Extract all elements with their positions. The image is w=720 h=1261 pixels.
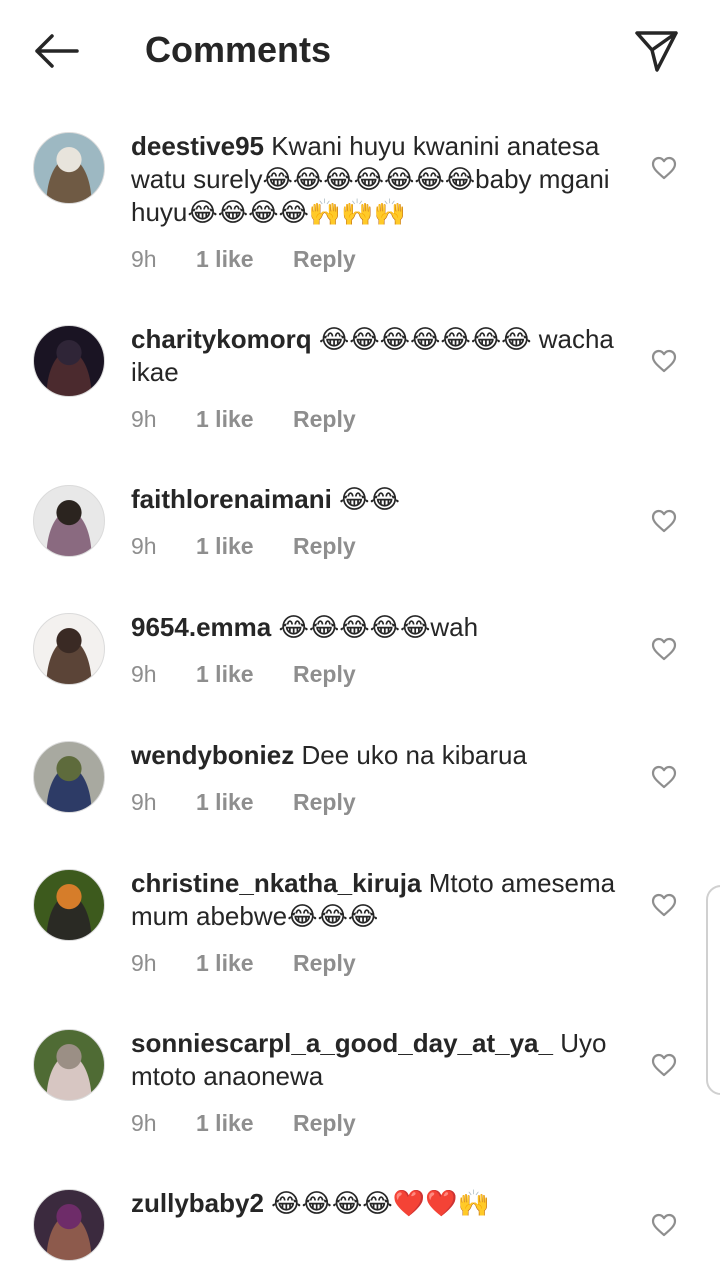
avatar[interactable] <box>33 1189 105 1261</box>
like-heart-button[interactable] <box>648 152 680 184</box>
comment-meta: 9h 1 like Reply <box>131 1103 641 1143</box>
comment-body: sonniescarpl_a_good_day_at_ya_ Uyo mtoto… <box>131 1027 641 1143</box>
comment-username[interactable]: sonniescarpl_a_good_day_at_ya_ <box>131 1028 553 1058</box>
comment-timestamp: 9h <box>131 660 157 687</box>
comment-username[interactable]: 9654.emma <box>131 612 271 642</box>
comment-timestamp: 9h <box>131 949 157 976</box>
comment-text: wendyboniez Dee uko na kibarua <box>131 739 641 772</box>
comment-text: christine_nkatha_kiruja Mtoto amesema mu… <box>131 867 641 933</box>
reply-button[interactable]: Reply <box>293 950 356 977</box>
share-button[interactable] <box>630 26 682 76</box>
avatar[interactable] <box>33 869 105 941</box>
back-button[interactable] <box>30 28 82 74</box>
comment-message: 😂😂 <box>339 484 400 514</box>
scroll-handle[interactable] <box>706 885 720 1095</box>
comment-body: zullybaby2 😂😂😂😂❤️❤️🙌 <box>131 1187 641 1220</box>
like-heart-button[interactable] <box>648 761 680 793</box>
like-heart-button[interactable] <box>648 633 680 665</box>
comment-meta: 9h 1 like Reply <box>131 526 641 566</box>
comment-timestamp: 9h <box>131 1109 157 1136</box>
comment-text: 9654.emma 😂😂😂😂😂wah <box>131 611 641 644</box>
comment-username[interactable]: charitykomorq <box>131 324 312 354</box>
comment-timestamp: 9h <box>131 405 157 432</box>
heart-icon <box>651 156 677 180</box>
comment-timestamp: 9h <box>131 532 157 559</box>
comment-username[interactable]: christine_nkatha_kiruja <box>131 868 421 898</box>
like-heart-button[interactable] <box>648 1209 680 1241</box>
comment-body: deestive95 Kwani huyu kwanini anatesa wa… <box>131 130 641 279</box>
avatar[interactable] <box>33 132 105 204</box>
avatar[interactable] <box>33 613 105 685</box>
comment-meta: 9h 1 like Reply <box>131 239 641 279</box>
avatar[interactable] <box>33 485 105 557</box>
comment-like-count[interactable]: 1 like <box>196 661 293 688</box>
comment-like-count[interactable]: 1 like <box>196 246 293 273</box>
comment-like-count[interactable]: 1 like <box>196 950 293 977</box>
comment-timestamp: 9h <box>131 788 157 815</box>
comment-text: charitykomorq 😂😂😂😂😂😂😂 wacha ikae <box>131 323 641 389</box>
reply-button[interactable]: Reply <box>293 789 356 816</box>
avatar[interactable] <box>33 325 105 397</box>
comment-username[interactable]: wendyboniez <box>131 740 294 770</box>
reply-button[interactable]: Reply <box>293 1110 356 1137</box>
comment-text: sonniescarpl_a_good_day_at_ya_ Uyo mtoto… <box>131 1027 641 1093</box>
comment-meta: 9h 1 like Reply <box>131 782 641 822</box>
arrow-left-icon <box>35 34 79 68</box>
like-heart-button[interactable] <box>648 505 680 537</box>
comment-like-count[interactable]: 1 like <box>196 533 293 560</box>
comment-message: Dee uko na kibarua <box>301 740 527 770</box>
comment-body: 9654.emma 😂😂😂😂😂wah 9h 1 like Reply <box>131 611 641 694</box>
top-bar: Comments <box>0 0 720 100</box>
avatar[interactable] <box>33 741 105 813</box>
comment-meta: 9h 1 like Reply <box>131 399 641 439</box>
comment-text: zullybaby2 😂😂😂😂❤️❤️🙌 <box>131 1187 641 1220</box>
comment-message: 😂😂😂😂😂wah <box>278 612 479 642</box>
comment-like-count[interactable]: 1 like <box>196 789 293 816</box>
comment-body: christine_nkatha_kiruja Mtoto amesema mu… <box>131 867 641 983</box>
like-heart-button[interactable] <box>648 1049 680 1081</box>
like-heart-button[interactable] <box>648 889 680 921</box>
comment-meta: 9h 1 like Reply <box>131 654 641 694</box>
heart-icon <box>651 893 677 917</box>
comment-like-count[interactable]: 1 like <box>196 406 293 433</box>
comment-timestamp: 9h <box>131 245 157 272</box>
heart-icon <box>651 349 677 373</box>
reply-button[interactable]: Reply <box>293 246 356 273</box>
reply-button[interactable]: Reply <box>293 406 356 433</box>
like-heart-button[interactable] <box>648 345 680 377</box>
avatar[interactable] <box>33 1029 105 1101</box>
comment-text: deestive95 Kwani huyu kwanini anatesa wa… <box>131 130 641 229</box>
reply-button[interactable]: Reply <box>293 533 356 560</box>
comment-username[interactable]: zullybaby2 <box>131 1188 264 1218</box>
heart-icon <box>651 1213 677 1237</box>
comment-like-count[interactable]: 1 like <box>196 1110 293 1137</box>
page-title: Comments <box>145 29 332 70</box>
heart-icon <box>651 1053 677 1077</box>
heart-icon <box>651 637 677 661</box>
comment-body: wendyboniez Dee uko na kibarua 9h 1 like Re… <box>131 739 641 822</box>
comment-meta: 9h 1 like Reply <box>131 943 641 983</box>
comment-username[interactable]: deestive95 <box>131 131 264 161</box>
comment-text: faithlorenaimani 😂😂 <box>131 483 641 516</box>
comment-body: charitykomorq 😂😂😂😂😂😂😂 wacha ikae 9h 1 like… <box>131 323 641 439</box>
comment-username[interactable]: faithlorenaimani <box>131 484 332 514</box>
heart-icon <box>651 765 677 789</box>
comment-message: 😂😂😂😂❤️❤️🙌 <box>271 1188 490 1218</box>
heart-icon <box>651 509 677 533</box>
reply-button[interactable]: Reply <box>293 661 356 688</box>
paper-plane-icon <box>635 31 678 72</box>
comment-body: faithlorenaimani 😂😂 9h 1 like Reply <box>131 483 641 566</box>
